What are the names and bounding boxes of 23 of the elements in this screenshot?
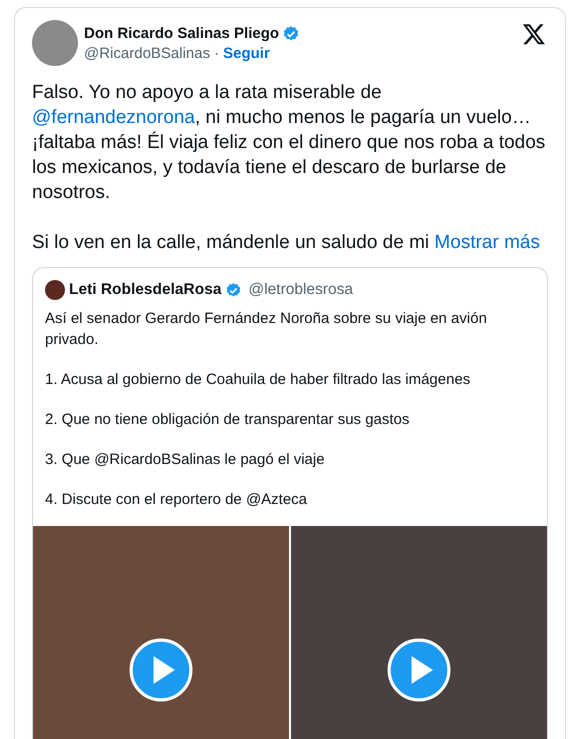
quoted-text: Así el senador Gerardo Fernández Noroña sobre su viaje en avión privado. [45,309,488,350]
show-more-link[interactable]: Mostrar más [434,232,540,253]
quoted-author-name: Leti RoblesdelaRosa [69,281,222,299]
mention-link[interactable]: @fernandeznorona [32,107,195,128]
post-text: Si lo ven en la calle, mándenle un saludo de mi Mostrar más [32,231,541,255]
play-icon[interactable] [129,638,193,702]
author-name[interactable]: Don Ricardo Salinas Pliego [84,25,280,42]
quoted-text: 4. Discute con el reportero de @Azteca [45,490,308,510]
play-icon[interactable] [387,638,451,702]
quoted-text: 2. Que no tiene obligación de transparentar sus gastos [45,410,410,430]
quoted-text: 3. Que @RicardoBSalinas le pagó el viaje [45,450,326,470]
quoted-author-handle: @letroblesrosa [248,281,353,299]
x-logo-icon[interactable] [522,22,546,46]
avatar[interactable] [32,20,78,66]
video-thumbnail[interactable] [33,526,289,739]
separator: · [214,44,220,62]
author-handle[interactable]: @RicardoBSalinas [84,44,210,62]
quoted-text: 1. Acusa al gobierno de Coahuila de haber filtrado las imágenes [45,370,472,390]
quoted-post[interactable] [32,267,548,739]
video-thumbnail[interactable] [291,526,547,739]
post-text: Falso. Yo no apoyo a la rata miserable de @fernandeznorona, ni mucho menos le pagaría un vuelo… ¡faltaba más! Él viaja feliz con el dinero que nos roba a todos los mexicanos, y todavía tiene el descaro de burlarse de nosotros. [32,81,546,205]
follow-link[interactable]: Seguir [223,44,270,62]
avatar [45,280,65,300]
